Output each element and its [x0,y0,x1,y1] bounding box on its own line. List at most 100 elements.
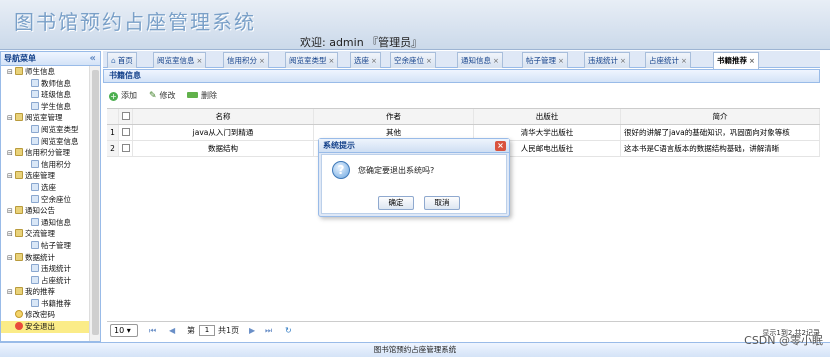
tab[interactable]: 信用积分 × [223,52,269,68]
folder-icon [15,67,23,75]
page-icon [31,136,39,145]
sidebar-item[interactable]: 阅览室信息 [1,136,100,148]
sidebar-item[interactable]: 占座统计 [1,275,100,287]
select-all-checkbox[interactable] [121,112,130,120]
scroll-thumb[interactable] [92,70,99,335]
column-header-intro[interactable]: 简介 [621,109,820,124]
row-number: 2 [107,141,119,156]
sidebar-item-label: 书籍推荐 [41,298,71,308]
sidebar-item[interactable]: 学生信息 [1,101,100,113]
row-select-cell[interactable] [119,141,133,156]
page-icon [31,101,39,110]
sidebar-item[interactable]: ⊟ 选座管理 [1,170,100,182]
tab-close-icon[interactable]: × [371,57,377,65]
cell-intro: 这本书是C语言版本的数据结构基础，讲解清晰 [621,141,820,156]
tab-close-icon[interactable]: × [620,57,626,65]
tab-close-icon[interactable]: × [493,57,499,65]
tab-close-icon[interactable]: × [329,57,335,65]
sidebar-item[interactable]: 信用积分 [1,159,100,171]
tab-close-icon[interactable]: × [749,57,755,65]
page-total: 共1页 [218,326,240,335]
cancel-button[interactable]: 取消 [424,196,460,210]
sidebar-item-label: 违规统计 [41,264,71,274]
folder-icon [15,287,23,296]
sidebar-item-label: 数据统计 [25,252,55,262]
page-size-select[interactable]: 10 ▾ [110,324,138,337]
column-header-author[interactable]: 作者 [314,109,474,124]
tab[interactable]: 阅览室类型 × [285,52,339,68]
tab-label: 帖子管理 [526,56,556,65]
folder-icon [15,113,23,122]
sidebar-item[interactable]: 选座 [1,182,100,194]
collapse-icon[interactable]: « [90,52,96,65]
sidebar-item-label: 教师信息 [41,78,71,88]
sidebar-item[interactable]: 阅览室类型 [1,124,100,136]
sidebar-item-label: 班级信息 [41,90,71,100]
add-label: 添加 [121,91,137,100]
last-page-icon[interactable]: ⏭ [265,322,272,339]
question-icon: ? [332,161,350,179]
sidebar-item[interactable]: ⊟ 阅览室管理 [1,112,100,124]
tab-close-icon[interactable]: × [681,57,687,65]
sidebar-item-label: 通知信息 [41,217,71,227]
row-select-cell[interactable] [119,125,133,140]
watermark: CSDN @零小眠 [744,334,823,347]
edit-button[interactable]: ✎ 修改 [149,90,176,101]
page-icon [31,264,39,273]
home-icon: ⌂ [111,56,116,65]
prev-page-icon[interactable]: ◀ [169,322,175,339]
ok-button[interactable]: 确定 [378,196,414,210]
tab[interactable]: 选座 × [350,52,381,68]
next-page-icon[interactable]: ▶ [249,322,255,339]
folder-icon [15,252,23,261]
app-title: 图书馆预约占座管理系统 [14,10,256,34]
select-all-cell[interactable] [119,109,133,124]
page-number-input[interactable]: 1 [199,325,215,336]
page-prefix: 第 [187,326,195,335]
tab-close-icon[interactable]: × [558,57,564,65]
sidebar-item[interactable]: ⊟ 信用积分管理 [1,147,100,159]
sidebar-item[interactable]: 安全退出 [1,321,100,333]
sidebar-item[interactable]: 空余座位 [1,194,100,206]
tab[interactable]: 帖子管理 × [522,52,568,68]
row-checkbox[interactable] [121,144,130,152]
tab-close-icon[interactable]: × [197,57,203,65]
refresh-icon[interactable]: ↻ [285,322,292,339]
sidebar-item[interactable]: 班级信息 [1,89,100,101]
sidebar-item[interactable]: 教师信息 [1,78,100,90]
tab-label: 阅览室类型 [289,56,327,65]
sidebar-item[interactable]: ⊟ 交流管理 [1,228,100,240]
sidebar-item-label: 阅览室管理 [25,113,63,123]
tab[interactable]: 阅览室信息 × [153,52,207,68]
tab[interactable]: ⌂ 首页 [107,52,137,68]
row-checkbox[interactable] [121,128,130,136]
sidebar-item[interactable]: ⊟ 通知公告 [1,205,100,217]
tab[interactable]: 书籍推荐 × [713,52,759,69]
tab[interactable]: 通知信息 × [457,52,503,68]
add-icon: + [109,92,118,101]
sidebar-item[interactable]: ⊟ 数据统计 [1,252,100,264]
nav-tree: ⊟ 师生信息 教师信息班级信息 学生信息 ⊟ 阅览室管理 阅览室类型 阅览室信息 ⊟ 信用积分管理… [1,66,100,341]
sidebar-scrollbar[interactable] [89,66,100,341]
close-icon[interactable]: × [495,141,506,151]
tab[interactable]: 占座统计 × [645,52,691,68]
tab-close-icon[interactable]: × [259,57,265,65]
delete-button[interactable]: 删除 [187,90,217,101]
sidebar-item[interactable]: 帖子管理 [1,240,100,252]
column-header-publisher[interactable]: 出版社 [474,109,621,124]
column-header-name[interactable]: 名称 [133,109,314,124]
sidebar-item[interactable]: 书籍推荐 [1,298,100,310]
first-page-icon[interactable]: ⏮ [149,322,156,339]
sidebar-item[interactable]: ⊟ 师生信息 [1,66,100,78]
tab-label: 空余座位 [394,56,424,65]
sidebar-item[interactable]: ⊟ 我的推荐 [1,286,100,298]
sidebar-item-label: 学生信息 [41,101,71,111]
sidebar-item[interactable]: 修改密码 [1,309,100,321]
sidebar-item[interactable]: 违规统计 [1,263,100,275]
add-button[interactable]: + 添加 [109,90,137,101]
tab-close-icon[interactable]: × [426,57,432,65]
sidebar-item[interactable]: 通知信息 [1,217,100,229]
tab[interactable]: 空余座位 × [390,52,436,68]
tab[interactable]: 违规统计 × [584,52,630,68]
sidebar-item-label: 信用积分管理 [25,148,70,158]
